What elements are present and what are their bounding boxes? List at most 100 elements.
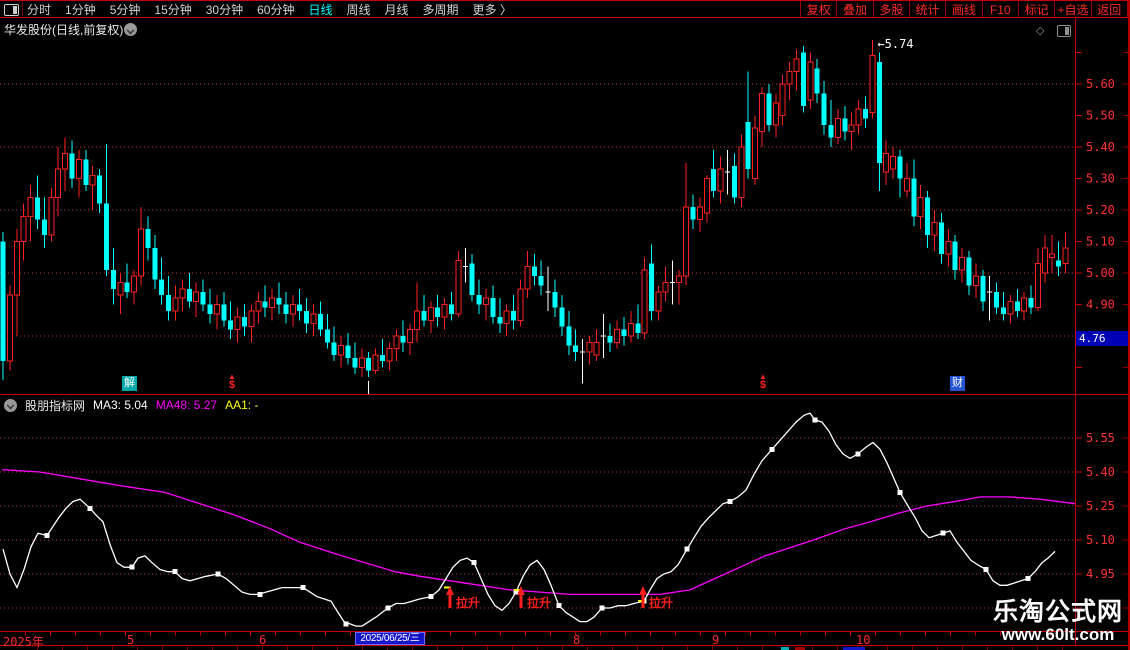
- period-tab[interactable]: 60分钟: [257, 1, 294, 18]
- date-axis-label: 6: [259, 633, 267, 647]
- candle: [262, 285, 268, 318]
- split-window-icon[interactable]: [1057, 25, 1071, 37]
- main-candle-chart[interactable]: 5.60 5.50 5.40 5.30 5.20 5.10 5.00 4.90 ←5.74←4.…: [0, 18, 1130, 395]
- axis-tick: [962, 646, 963, 650]
- candle: [766, 84, 772, 132]
- candle: [1021, 291, 1028, 321]
- period-tab[interactable]: 月线: [385, 1, 409, 18]
- tool-button[interactable]: 叠加: [836, 1, 872, 18]
- dollar-signal-icon[interactable]: ▲ $: [226, 373, 238, 391]
- title-dropdown-icon[interactable]: [124, 23, 137, 36]
- candle: [690, 194, 696, 229]
- axis-tick: [275, 632, 276, 636]
- candle: [855, 99, 862, 135]
- candle: [511, 295, 517, 330]
- candle: [221, 291, 227, 327]
- svg-text:5.40: 5.40: [1086, 140, 1115, 154]
- watermark-line1: 乐淘公式网: [992, 598, 1123, 626]
- candles: [0, 39, 1069, 384]
- candle: [607, 323, 613, 352]
- lift-signal[interactable]: 拉升: [517, 586, 551, 610]
- watermark: 乐淘公式网 www.60lt.com: [988, 599, 1128, 645]
- period-tab[interactable]: 5分钟: [110, 1, 141, 18]
- period-tab[interactable]: 分时: [27, 1, 51, 18]
- tool-button[interactable]: F10: [981, 1, 1018, 18]
- axis-tick: [162, 646, 163, 650]
- candle: [814, 58, 820, 103]
- axis-tick: [50, 632, 51, 636]
- candle: [711, 150, 717, 198]
- lift-signal[interactable]: 拉升: [639, 586, 673, 610]
- chart-title: 华发股份(日线,前复权): [4, 23, 124, 37]
- candle: [1062, 232, 1069, 273]
- candle: [538, 260, 544, 296]
- period-tab[interactable]: 更多 〉: [473, 1, 512, 18]
- candle: [903, 162, 910, 198]
- candle: [345, 332, 351, 365]
- tool-button[interactable]: 多股: [872, 1, 909, 18]
- candle: [248, 304, 255, 343]
- tool-button[interactable]: +自选: [1054, 1, 1090, 18]
- top-toolbar: 分时 1分钟 5分钟 15分钟 30分钟 60分钟 日线 周线 月线 多周期 更多 〉 复权 叠加 多股…: [0, 0, 1130, 18]
- period-tab[interactable]: 日线: [308, 1, 332, 18]
- candle: [552, 279, 558, 318]
- candle: [75, 150, 82, 198]
- jie-badge-icon[interactable]: 解: [122, 376, 137, 391]
- candle: [97, 169, 103, 214]
- axis-tick: [212, 646, 213, 650]
- candle: [110, 247, 116, 305]
- candle: [317, 301, 323, 336]
- axis-tick: [337, 646, 338, 650]
- axis-tick: [637, 646, 638, 650]
- dollar-signal-icon[interactable]: ▲ $: [757, 373, 769, 391]
- lift-signal[interactable]: 拉升: [446, 586, 480, 610]
- candle: [807, 52, 814, 110]
- candle: [497, 298, 503, 333]
- candle: [207, 288, 213, 324]
- candle: [779, 74, 786, 125]
- tool-button[interactable]: 画线: [945, 1, 981, 18]
- candle: [545, 266, 551, 311]
- axis-tick: [750, 632, 751, 636]
- svg-text:5.10: 5.10: [1086, 533, 1115, 547]
- period-tab[interactable]: 周线: [346, 1, 370, 18]
- period-tab[interactable]: 1分钟: [65, 1, 96, 18]
- candle: [421, 295, 427, 327]
- axis-tick: [900, 632, 901, 636]
- tool-button[interactable]: 返回: [1090, 1, 1128, 18]
- axis-tick: [775, 632, 776, 636]
- candle: [331, 326, 337, 362]
- period-tab[interactable]: 多周期: [423, 1, 459, 18]
- cai-badge-icon[interactable]: 财: [950, 376, 965, 391]
- period-tab[interactable]: 30分钟: [206, 1, 243, 18]
- ma3-value: MA3: 5.04: [93, 398, 148, 412]
- indicator-dropdown-icon[interactable]: [4, 398, 17, 412]
- axis-tick: [437, 646, 438, 650]
- axis-tick: [762, 646, 763, 650]
- axis-tick: [412, 646, 413, 650]
- axis-tick: [500, 632, 501, 636]
- candle: [124, 263, 130, 299]
- tool-button[interactable]: 统计: [908, 1, 945, 18]
- axis-tick: [250, 632, 251, 636]
- indicator-chart[interactable]: 5.55 5.40 5.25 5.10 4.95 拉升 拉升 拉升: [0, 395, 1130, 632]
- candle: [848, 112, 855, 151]
- candle: [662, 266, 669, 302]
- split-pane-icon[interactable]: [4, 4, 19, 16]
- svg-text:5.60: 5.60: [1086, 77, 1115, 91]
- diamond-icon[interactable]: ◇: [1036, 24, 1050, 37]
- candle: [897, 150, 903, 198]
- candle: [145, 216, 151, 261]
- candle: [269, 288, 276, 321]
- candle: [352, 342, 358, 374]
- candle: [55, 147, 62, 217]
- tool-buttons: 复权 叠加 多股 统计 画线 F10 标记 +自选 返回: [800, 1, 1128, 18]
- period-tab[interactable]: 15分钟: [154, 1, 191, 18]
- candle: [586, 336, 593, 365]
- tool-button[interactable]: 复权: [800, 1, 836, 18]
- tool-button[interactable]: 标记: [1017, 1, 1054, 18]
- candle: [676, 269, 683, 305]
- ind-gridlines: [0, 437, 1128, 609]
- svg-text:5.30: 5.30: [1086, 172, 1115, 186]
- candle: [531, 254, 537, 286]
